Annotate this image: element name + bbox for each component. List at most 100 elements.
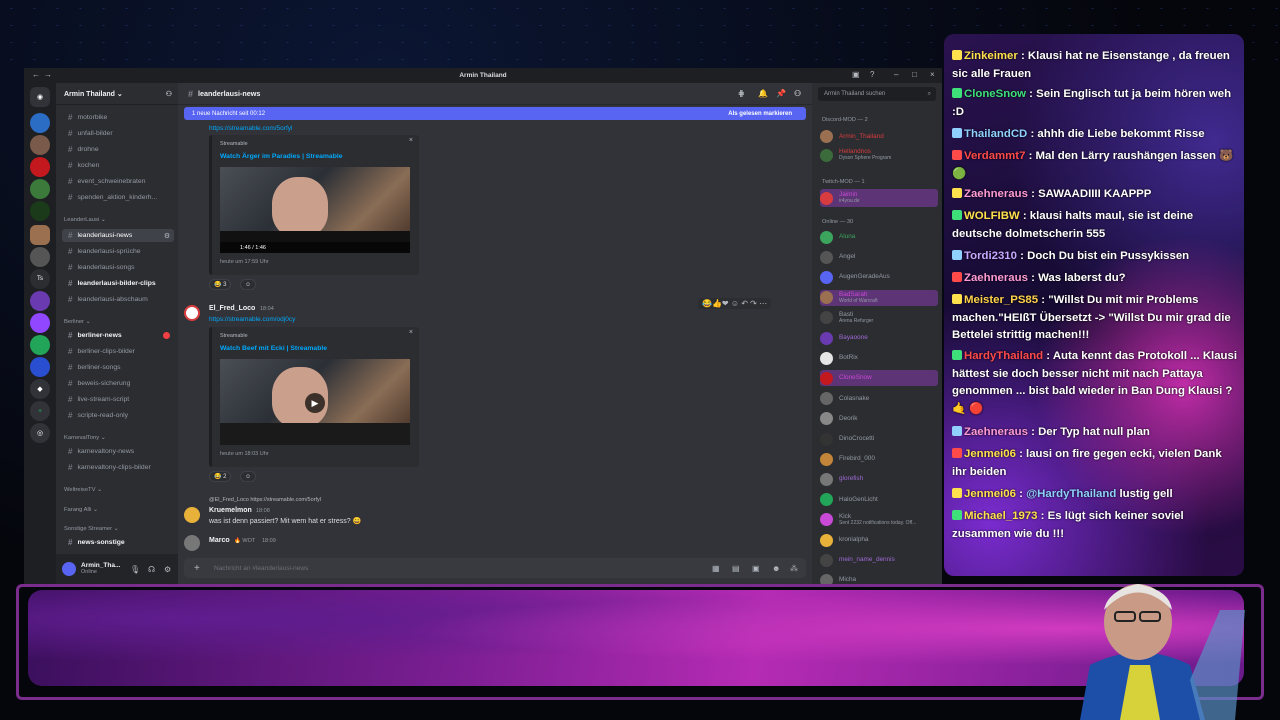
chat-username[interactable]: Jenmei06 (964, 488, 1016, 500)
channel-leanderlausi-news[interactable]: # leanderlausi-news ⚙ (62, 229, 174, 242)
close-icon[interactable]: × (409, 329, 413, 336)
channel-karnevaltony-news[interactable]: # karnevaltony-news (62, 445, 174, 458)
search-input[interactable]: Armin Thailand suchen ⌕ (818, 87, 936, 101)
invite-icon[interactable]: ⚇ (166, 90, 172, 98)
channel-karnevaltony-clips[interactable]: # karnevaltony-clips-bilder (62, 461, 174, 474)
message-link[interactable]: https://streamable.com/odj0cy (209, 316, 295, 323)
maximize-icon[interactable]: □ (912, 70, 917, 79)
channel-berliner-news[interactable]: # berliner-news (62, 329, 174, 342)
chat-username[interactable]: Michael_1973 (964, 510, 1037, 522)
server-icon[interactable] (30, 357, 50, 377)
chat-username[interactable]: ThailandCD (964, 128, 1027, 140)
microphone-icon[interactable]: 🎙 (130, 565, 140, 574)
pin-icon[interactable]: 📌 (776, 89, 786, 98)
bell-icon[interactable]: 🔔 (758, 89, 768, 98)
chat-username[interactable]: Jenmei06 (964, 448, 1016, 460)
member-item[interactable]: Bayaoone (820, 330, 938, 346)
category-leanderlausi[interactable]: LeanderLausi ⌄ (64, 217, 106, 223)
member-item[interactable]: Colasnake (820, 391, 938, 407)
server-icon[interactable] (30, 157, 50, 177)
server-icon[interactable]: Ts (30, 269, 50, 289)
video-player[interactable]: 1:46 / 1:46 (220, 167, 410, 253)
channel-live-stream-script[interactable]: # live-stream-script (62, 393, 174, 406)
member-item[interactable]: Aluna (820, 229, 938, 245)
member-item[interactable]: Micha (820, 572, 938, 584)
category-farang[interactable]: Farang Alli ⌄ (64, 507, 98, 513)
avatar[interactable] (184, 305, 200, 321)
add-reaction-icon[interactable]: ☺ (240, 471, 257, 482)
channel-kochen[interactable]: # kochen (62, 159, 174, 172)
avatar[interactable] (184, 507, 200, 523)
server-icon[interactable] (30, 179, 50, 199)
chat-username[interactable]: Zaehneraus (964, 272, 1028, 284)
server-icon-active[interactable] (30, 225, 50, 245)
settings-gear-icon[interactable]: ⚙ (164, 232, 170, 240)
chat-username[interactable]: Verdammt7 (964, 150, 1025, 162)
member-item[interactable]: Hellandnos Dyson Sphere Program (820, 146, 938, 164)
member-item[interactable]: BotRix (820, 350, 938, 366)
member-item[interactable]: HaloGenLicht (820, 492, 938, 508)
message-author[interactable]: Kruemelmon (209, 507, 252, 514)
chat-username[interactable]: Tordi2310 (964, 250, 1017, 262)
explore-icon[interactable]: ◎ (30, 423, 50, 443)
category-sonstige[interactable]: Sonstige Streamer ⌄ (64, 526, 118, 532)
help-icon[interactable]: ? (870, 70, 874, 79)
add-reaction-icon[interactable]: ☺ (240, 279, 257, 290)
gift-icon[interactable]: ▦ (712, 564, 720, 573)
member-item[interactable]: Angel (820, 249, 938, 265)
member-item[interactable]: AugenGeradeAus (820, 269, 938, 285)
server-icon[interactable] (30, 291, 50, 311)
chat-username[interactable]: Meister_PS85 (964, 294, 1038, 306)
member-item[interactable]: glorefish (820, 471, 938, 487)
sticker-icon[interactable]: ▣ (752, 564, 760, 573)
chat-username[interactable]: Zaehneraus (964, 426, 1028, 438)
avatar[interactable] (62, 562, 76, 576)
member-item[interactable]: Firebird_000 (820, 451, 938, 467)
avatar[interactable] (184, 535, 200, 551)
threads-icon[interactable]: ⋕ (738, 89, 745, 98)
channel-leanderlausi-sprueche[interactable]: # leanderlausi-sprüche (62, 245, 174, 258)
message-author[interactable]: Marco (209, 537, 230, 544)
chat-username[interactable]: HardyThailand (964, 350, 1043, 362)
member-item[interactable]: BadSarah World of Warcraft (820, 289, 938, 306)
message-input[interactable]: + Nachricht an #leanderlausi-news ▦ ▤ ▣ … (184, 558, 806, 578)
minimize-icon[interactable]: – (894, 70, 898, 79)
server-icon[interactable] (30, 135, 50, 155)
channel-drohne[interactable]: # drohne (62, 143, 174, 156)
server-icon[interactable] (30, 201, 50, 221)
reaction-laugh[interactable]: 😂 3 (209, 279, 232, 290)
message-author[interactable]: El_Fred_Loco (209, 305, 255, 312)
gif-icon[interactable]: ▤ (732, 564, 740, 573)
discord-home-icon[interactable]: ◉ (30, 87, 50, 107)
message-actions-toolbar[interactable]: 😂👍❤ ☺ ↶ ↷ ⋯ (698, 298, 772, 309)
chat-username[interactable]: Zaehneraus (964, 188, 1028, 200)
member-item[interactable]: kronialpha (820, 532, 938, 548)
chat-mention[interactable]: @HardyThailand (1026, 488, 1116, 500)
member-item[interactable]: Armin_Thailand (820, 128, 938, 144)
category-berliner[interactable]: Berliner ⌄ (64, 319, 90, 325)
member-item[interactable]: Basti Arena Refurger (820, 310, 938, 326)
server-icon[interactable] (30, 113, 50, 133)
channel-unfall-bilder[interactable]: # unfall-bilder (62, 127, 174, 140)
channel-event[interactable]: # event_schweinebraten (62, 175, 174, 188)
reaction-laugh[interactable]: 😂 2 (209, 471, 232, 482)
chat-username[interactable]: CloneSnow (964, 88, 1026, 100)
message-link[interactable]: https://streamable.com/5orfyl (209, 125, 292, 132)
mark-read-button[interactable]: Als gelesen markieren (728, 111, 792, 117)
channel-berliner-clips-bilder[interactable]: # berliner-clips-bilder (62, 345, 174, 358)
chat-username[interactable]: Zinkeimer (964, 50, 1018, 62)
channel-leanderlausi-songs[interactable]: # leanderlausi-songs (62, 261, 174, 274)
member-item[interactable]: CloneSnow (820, 370, 938, 387)
chat-username[interactable]: WOLFIBW (964, 210, 1020, 222)
settings-gear-icon[interactable]: ⚙ (164, 565, 171, 574)
server-header[interactable]: Armin Thailand ⌄ ⚇ (56, 83, 178, 105)
inbox-icon[interactable]: ▣ (852, 70, 860, 79)
reply-reference[interactable]: @El_Fred_Loco https://streamable.com/5or… (209, 497, 321, 503)
channel-leanderlausi-abschaum[interactable]: # leanderlausi-abschaum (62, 293, 174, 306)
emoji-icon[interactable]: ☻ (772, 564, 780, 573)
member-item[interactable]: mein_name_dennis (820, 552, 938, 568)
channel-leanderlausi-bilder-clips[interactable]: # leanderlausi-bilder-clips (62, 277, 174, 290)
member-item[interactable]: Jaimin ir4you.de (820, 189, 938, 207)
video-controls[interactable]: 1:46 / 1:46 (220, 242, 410, 253)
add-attachment-icon[interactable]: + (194, 563, 200, 574)
